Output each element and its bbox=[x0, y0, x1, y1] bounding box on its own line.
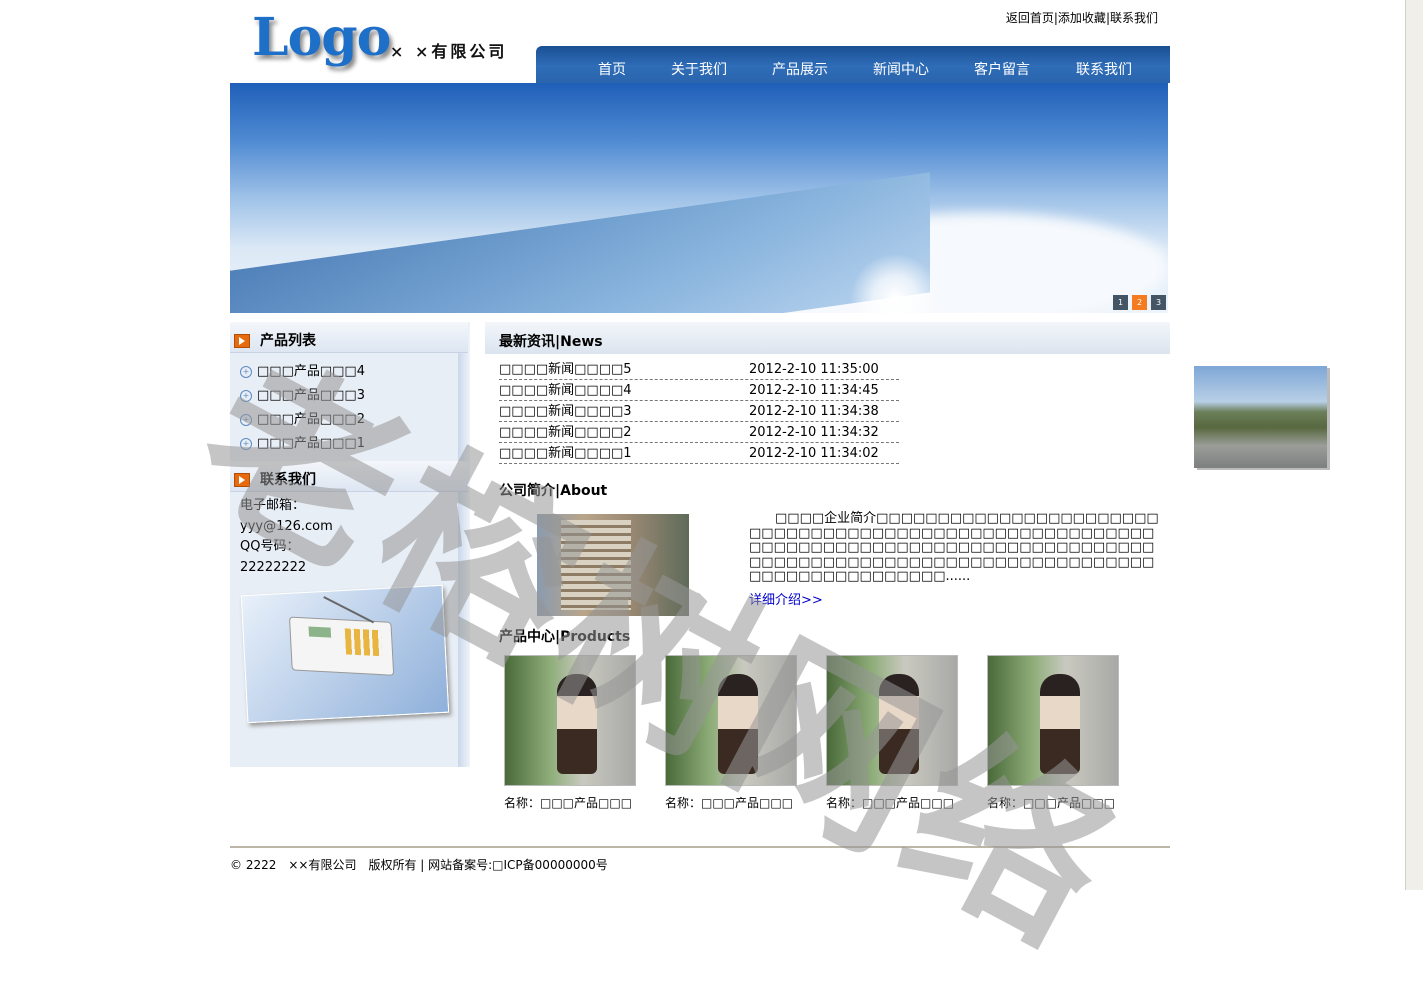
about-title: 公司简介|About bbox=[499, 483, 608, 499]
link-favorite[interactable]: 添加收藏 bbox=[1058, 11, 1106, 25]
product-image[interactable] bbox=[665, 655, 797, 786]
email-value: yyy@126.com bbox=[240, 518, 333, 534]
read-more-link[interactable]: 详细介绍>> bbox=[749, 589, 823, 608]
contact-title: 联系我们 bbox=[260, 472, 316, 488]
news-date: 2012-2-10 11:34:38 bbox=[749, 404, 879, 419]
news-row: □□□□新闻□□□□2 2012-2-10 11:34:32 bbox=[499, 423, 899, 443]
main-nav: 首页 关于我们 产品展示 新闻中心 客户留言 联系我们 bbox=[536, 46, 1170, 83]
product-name: 名称：□□□产品□□□ bbox=[665, 796, 794, 810]
slide-dot-1[interactable]: 1 bbox=[1113, 295, 1128, 310]
news-date: 2012-2-10 11:35:00 bbox=[749, 362, 879, 377]
product-list-item[interactable]: + □□□产品□□□1 bbox=[240, 436, 365, 460]
plus-circle-icon: + bbox=[240, 414, 252, 426]
plus-circle-icon: + bbox=[240, 438, 252, 450]
banner-slideshow: 123 bbox=[230, 83, 1168, 313]
logo: Logo bbox=[252, 7, 391, 68]
link-contact[interactable]: 联系我们 bbox=[1110, 11, 1158, 25]
footer-divider bbox=[230, 846, 1170, 848]
play-icon bbox=[234, 334, 250, 348]
product-image[interactable] bbox=[504, 655, 636, 786]
news-date: 2012-2-10 11:34:32 bbox=[749, 425, 879, 440]
news-link[interactable]: □□□□新闻□□□□4 bbox=[499, 381, 632, 400]
news-row: □□□□新闻□□□□4 2012-2-10 11:34:45 bbox=[499, 381, 899, 401]
news-row: □□□□新闻□□□□1 2012-2-10 11:34:02 bbox=[499, 444, 899, 464]
news-date: 2012-2-10 11:34:45 bbox=[749, 383, 879, 398]
product-card[interactable]: 名称：□□□产品□□□ bbox=[665, 655, 797, 811]
products-list-header: 产品列表 bbox=[230, 322, 468, 353]
plus-circle-icon: + bbox=[240, 390, 252, 402]
email-label: 电子邮箱： bbox=[240, 498, 306, 513]
news-date: 2012-2-10 11:34:02 bbox=[749, 446, 879, 461]
top-links: 返回首页|添加收藏|联系我们 bbox=[1005, 11, 1158, 25]
company-name: × ×有限公司 bbox=[390, 42, 508, 61]
nav-about[interactable]: 关于我们 bbox=[671, 59, 727, 79]
product-image[interactable] bbox=[826, 655, 958, 786]
about-text: □□□□企业简介□□□□□□□□□□□□□□□□□□□□□□□□□□□□□□□□… bbox=[749, 511, 1159, 584]
alarm-device-image bbox=[240, 584, 450, 724]
product-name: 名称：□□□产品□□□ bbox=[826, 796, 955, 810]
page: Logo × ×有限公司 返回首页|添加收藏|联系我们 首页 关于我们 产品展示… bbox=[230, 0, 1327, 890]
nav-contact[interactable]: 联系我们 bbox=[1076, 59, 1132, 79]
news-link[interactable]: □□□□新闻□□□□1 bbox=[499, 444, 632, 463]
nav-home[interactable]: 首页 bbox=[598, 59, 626, 79]
news-list: □□□□新闻□□□□5 2012-2-10 11:35:00 □□□□新闻□□□□… bbox=[499, 360, 899, 465]
airplane-wing-image bbox=[230, 172, 930, 313]
link-home[interactable]: 返回首页 bbox=[1006, 11, 1054, 25]
products-list-title: 产品列表 bbox=[260, 333, 316, 349]
product-name: 名称：□□□产品□□□ bbox=[987, 796, 1116, 810]
product-name: 名称：□□□产品□□□ bbox=[504, 796, 633, 810]
product-list-item[interactable]: + □□□产品□□□2 bbox=[240, 412, 365, 436]
product-image[interactable] bbox=[987, 655, 1119, 786]
sidebar-stripe bbox=[458, 322, 470, 767]
news-link[interactable]: □□□□新闻□□□□2 bbox=[499, 423, 632, 442]
product-card[interactable]: 名称：□□□产品□□□ bbox=[987, 655, 1119, 811]
plus-circle-icon: + bbox=[240, 366, 252, 378]
news-link[interactable]: □□□□新闻□□□□5 bbox=[499, 360, 632, 379]
product-list-item[interactable]: + □□□产品□□□4 bbox=[240, 364, 365, 388]
contact-header: 联系我们 bbox=[230, 461, 468, 492]
news-link[interactable]: □□□□新闻□□□□3 bbox=[499, 402, 632, 421]
contact-info: 电子邮箱： yyy@126.com QQ号码： 22222222 bbox=[240, 496, 333, 578]
sidebar: 产品列表 + □□□产品□□□4 + □□□产品□□□3 + □□□产品□□□2 + □… bbox=[230, 322, 470, 767]
vertical-scrollbar[interactable] bbox=[1405, 0, 1423, 890]
qq-label: QQ号码： bbox=[240, 539, 300, 554]
news-title: 最新资讯|News bbox=[499, 334, 603, 350]
nav-news[interactable]: 新闻中心 bbox=[873, 59, 929, 79]
play-icon bbox=[234, 473, 250, 487]
footer-copyright: © 2222 ××有限公司 版权所有 | 网站备案号:□ICP备00000000… bbox=[230, 858, 608, 872]
nav-messages[interactable]: 客户留言 bbox=[974, 59, 1030, 79]
slide-dot-3[interactable]: 3 bbox=[1151, 295, 1166, 310]
slide-dot-2[interactable]: 2 bbox=[1132, 295, 1147, 310]
about-photo-building bbox=[537, 514, 689, 616]
product-list: + □□□产品□□□4 + □□□产品□□□3 + □□□产品□□□2 + □□□产品□… bbox=[240, 364, 365, 460]
news-row: □□□□新闻□□□□3 2012-2-10 11:34:38 bbox=[499, 402, 899, 422]
news-photo-bridge bbox=[1194, 366, 1327, 468]
product-list-item[interactable]: + □□□产品□□□3 bbox=[240, 388, 365, 412]
product-card[interactable]: 名称：□□□产品□□□ bbox=[504, 655, 636, 811]
product-card[interactable]: 名称：□□□产品□□□ bbox=[826, 655, 958, 811]
products-title: 产品中心|Products bbox=[499, 629, 631, 645]
news-row: □□□□新闻□□□□5 2012-2-10 11:35:00 bbox=[499, 360, 899, 380]
slide-indicators: 123 bbox=[1109, 294, 1166, 310]
qq-value: 22222222 bbox=[240, 559, 307, 575]
nav-products[interactable]: 产品展示 bbox=[772, 59, 828, 79]
